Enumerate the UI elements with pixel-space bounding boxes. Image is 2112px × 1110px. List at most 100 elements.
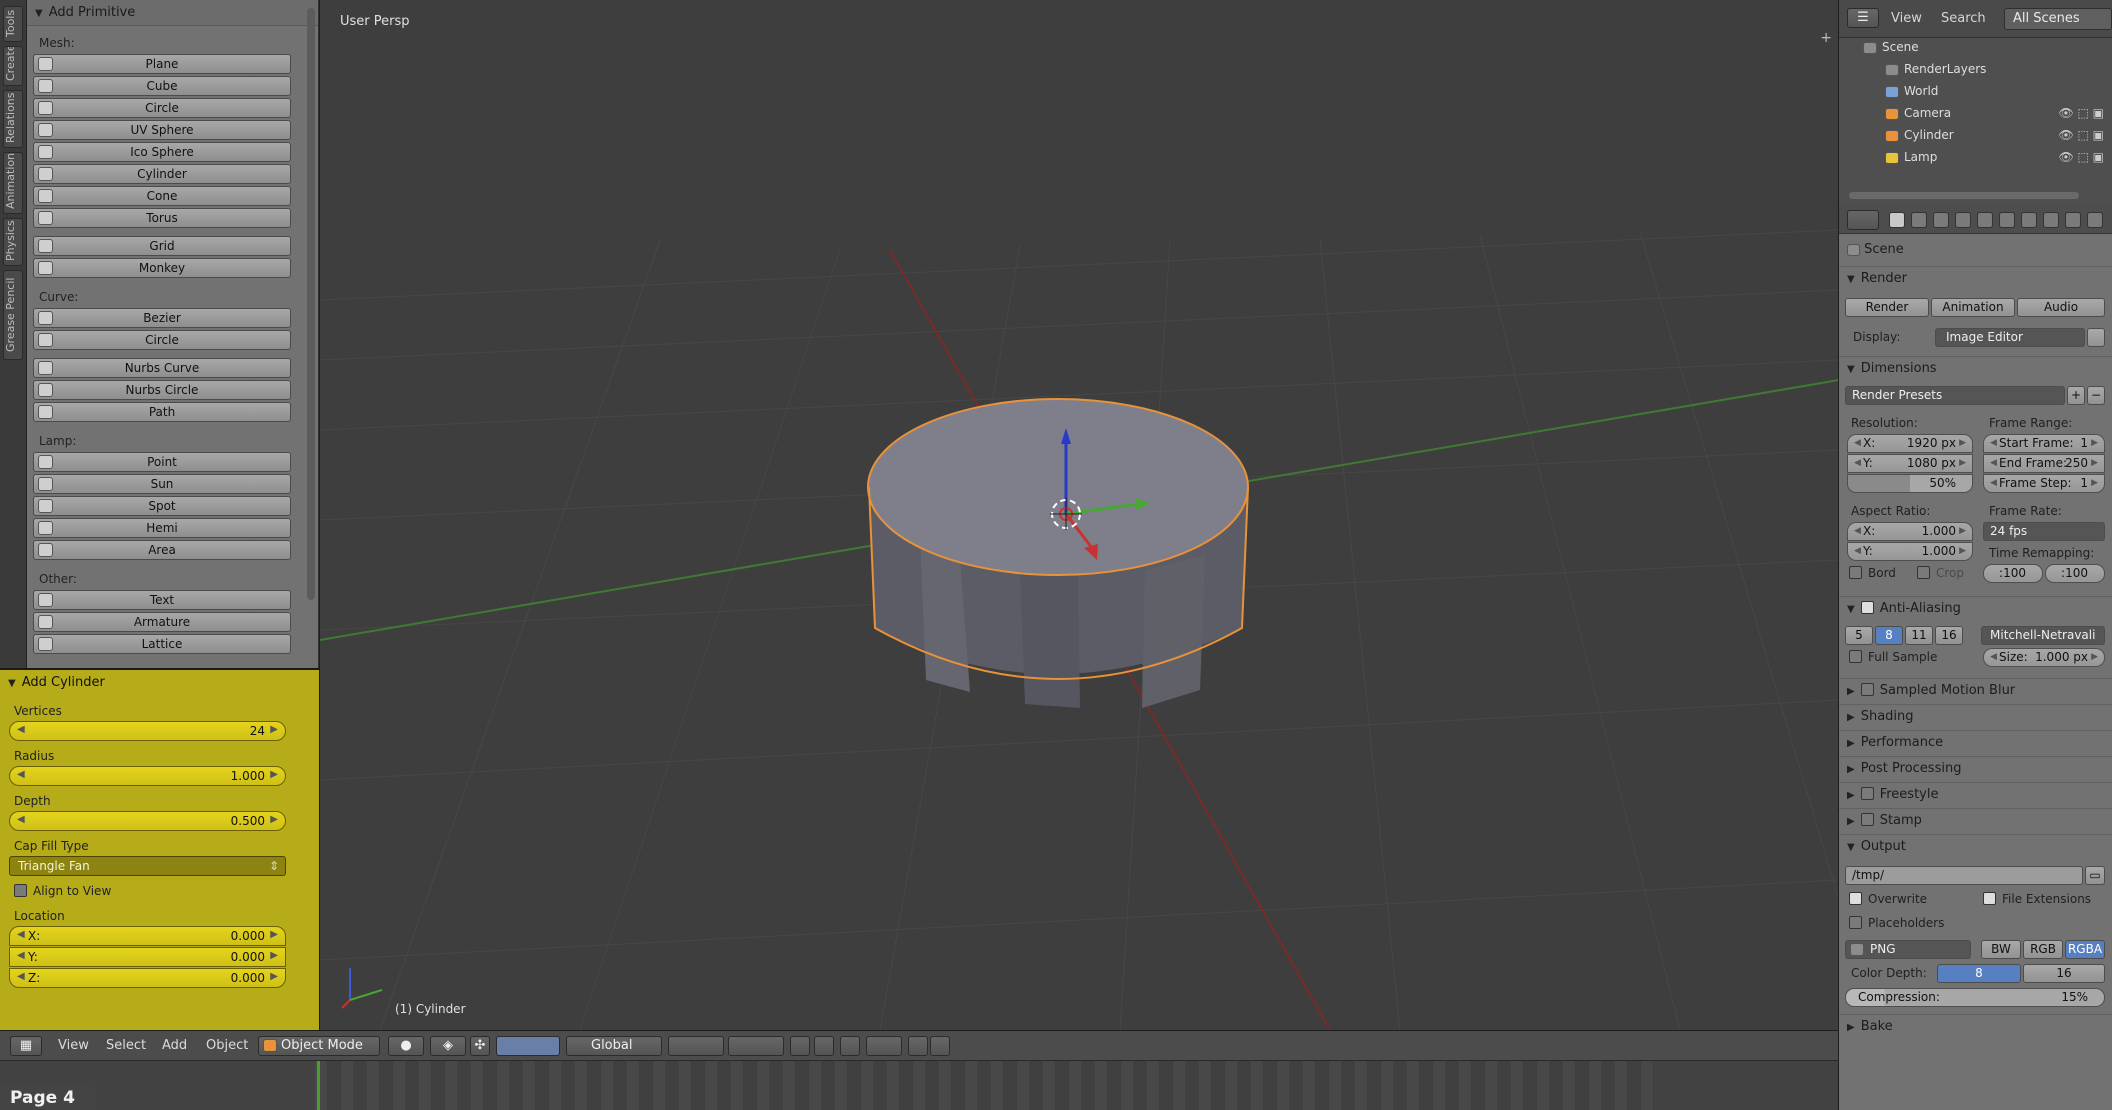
render-panel-header[interactable]: ▼ Render	[1839, 266, 2112, 290]
dimensions-panel-header[interactable]: ▼ Dimensions	[1839, 356, 2112, 380]
mesh-items-button-cube[interactable]: Cube	[33, 76, 291, 96]
timeline-strip[interactable]	[0, 1060, 1838, 1110]
color-mode-rgba[interactable]: RGBA	[2065, 940, 2105, 959]
remap-old-field[interactable]: :100	[1983, 564, 2043, 583]
freestyle-checkbox[interactable]	[1860, 787, 1874, 800]
performance-panel-header[interactable]: ▶ Performance	[1839, 730, 2112, 754]
anti-aliasing-panel-header[interactable]: ▼ Anti-Aliasing	[1839, 596, 2112, 620]
curve-items-button-bezier[interactable]: Bezier	[33, 308, 291, 328]
radius-field[interactable]: ◀ 1.000 ▶	[9, 766, 286, 786]
menu-view[interactable]: View	[58, 1036, 89, 1056]
opengl-anim-button[interactable]	[930, 1036, 950, 1056]
mesh-items-button-cone[interactable]: Cone	[33, 186, 291, 206]
outliner-menu-view[interactable]: View	[1891, 11, 1922, 26]
opengl-render-button[interactable]	[908, 1036, 928, 1056]
lamp-visibility-icons[interactable]: 👁 ⬚ ▣	[2058, 150, 2104, 164]
aspect-y-field[interactable]: ◀ Y: 1.000 ▶	[1847, 542, 1973, 561]
object-tab-icon[interactable]	[1977, 212, 1993, 228]
aa-samples-5[interactable]: 5	[1845, 626, 1873, 645]
mesh-items2-button-monkey[interactable]: Monkey	[33, 258, 291, 278]
snap-element-dropdown[interactable]	[866, 1036, 902, 1056]
outliner-item-renderlayers[interactable]: RenderLayers	[1885, 58, 1986, 80]
lamp-items-button-point[interactable]: Point	[33, 452, 291, 472]
scene-tab-icon[interactable]	[1933, 212, 1949, 228]
crop-checkbox[interactable]	[1917, 566, 1930, 579]
tab-create[interactable]: Create	[3, 46, 23, 86]
menu-object[interactable]: Object	[206, 1036, 248, 1056]
tab-relations[interactable]: Relations	[3, 90, 23, 148]
end-frame-field[interactable]: ◀ End Frame: 250 ▶	[1983, 454, 2105, 473]
modifiers-tab-icon[interactable]	[2021, 212, 2037, 228]
color-mode-rgb[interactable]: RGB	[2023, 940, 2063, 959]
outliner-editor-type[interactable]: ☰	[1847, 8, 1879, 28]
timeline-frames[interactable]	[315, 1061, 1655, 1110]
animation-button[interactable]: Animation	[1931, 298, 2015, 317]
remap-new-field[interactable]: :100	[2045, 564, 2105, 583]
layers-tab-icon[interactable]	[1911, 212, 1927, 228]
lamp-items-button-hemi[interactable]: Hemi	[33, 518, 291, 538]
layers-grid-1[interactable]	[668, 1036, 724, 1056]
compression-slider[interactable]: Compression: 15%	[1845, 988, 2105, 1007]
outliner-display-mode[interactable]: All Scenes	[2004, 8, 2112, 30]
mode-dropdown[interactable]: Object Mode	[258, 1036, 380, 1056]
full-sample-toggle[interactable]: Full Sample	[1849, 650, 1937, 664]
overwrite-checkbox[interactable]	[1849, 892, 1862, 905]
frame-step-field[interactable]: ◀ Frame Step: 1 ▶	[1983, 474, 2105, 493]
properties-editor-type[interactable]	[1847, 210, 1879, 230]
outliner-item-lamp[interactable]: Lamp	[1885, 146, 1937, 168]
material-tab-icon[interactable]	[2065, 212, 2081, 228]
output-path-field[interactable]: /tmp/	[1845, 866, 2083, 885]
tab-animation[interactable]: Animation	[3, 152, 23, 214]
placeholders-checkbox[interactable]	[1849, 916, 1862, 929]
constraints-tab-icon[interactable]	[1999, 212, 2015, 228]
toolshelf-scrollbar[interactable]	[307, 8, 315, 600]
tab-grease-pencil[interactable]: Grease Pencil	[3, 270, 23, 360]
panel-header-add-primitive[interactable]: ▼ Add Primitive	[27, 0, 318, 26]
border-toggle[interactable]: Bord	[1849, 566, 1896, 580]
placeholders-toggle[interactable]: Placeholders	[1849, 916, 1944, 930]
manipulator-toggle[interactable]: ✣	[470, 1036, 490, 1056]
mesh-items-button-cylinder[interactable]: Cylinder	[33, 164, 291, 184]
mesh-items-button-circle[interactable]: Circle	[33, 98, 291, 118]
freestyle-panel-header[interactable]: ▶ Freestyle	[1839, 782, 2112, 806]
mesh-items-button-ico-sphere[interactable]: Ico Sphere	[33, 142, 291, 162]
outliner-scrollbar[interactable]	[1849, 192, 2079, 199]
camera-visibility-icons[interactable]: 👁 ⬚ ▣	[2058, 106, 2104, 120]
add-preset-button[interactable]: +	[2067, 386, 2085, 405]
render-presets-dropdown[interactable]: Render Presets	[1845, 386, 2065, 405]
viewport-plus-icon[interactable]: +	[1820, 30, 1832, 46]
tab-tools[interactable]: Tools	[3, 6, 23, 42]
post-processing-panel-header[interactable]: ▶ Post Processing	[1839, 756, 2112, 780]
layers-grid-2[interactable]	[728, 1036, 784, 1056]
aspect-x-field[interactable]: ◀ X: 1.000 ▶	[1847, 522, 1973, 541]
anti-aliasing-checkbox[interactable]	[1860, 601, 1874, 614]
render-button[interactable]: Render	[1845, 298, 1929, 317]
current-frame-cursor[interactable]	[317, 1061, 320, 1110]
curve-items-button-circle[interactable]: Circle	[33, 330, 291, 350]
editor-type-button[interactable]: ▦	[10, 1036, 42, 1056]
vertices-field[interactable]: ◀ 24 ▶	[9, 721, 286, 741]
mesh-items-button-plane[interactable]: Plane	[33, 54, 291, 74]
orientation-dropdown[interactable]: Global	[566, 1036, 662, 1056]
texture-tab-icon[interactable]	[2087, 212, 2103, 228]
color-depth-8[interactable]: 8	[1937, 964, 2021, 983]
shading-dropdown[interactable]: ●	[388, 1036, 424, 1056]
pin-icon[interactable]	[1847, 243, 1860, 256]
resolution-x-field[interactable]: ◀ X: 1920 px ▶	[1847, 434, 1973, 453]
outliner-item-cylinder[interactable]: Cylinder	[1885, 124, 1954, 146]
cylinder-object[interactable]	[867, 398, 1249, 708]
outliner-item-camera[interactable]: Camera	[1885, 102, 1951, 124]
other-items-button-lattice[interactable]: Lattice	[33, 634, 291, 654]
align-to-view-checkbox[interactable]	[14, 884, 27, 897]
stamp-checkbox[interactable]	[1860, 813, 1874, 826]
operator-header[interactable]: ▼ Add Cylinder	[0, 670, 319, 696]
snap-toggle-button[interactable]	[840, 1036, 860, 1056]
pivot-dropdown[interactable]: ◈	[430, 1036, 466, 1056]
mesh-items-button-uv-sphere[interactable]: UV Sphere	[33, 120, 291, 140]
aa-samples-11[interactable]: 11	[1905, 626, 1933, 645]
world-tab-icon[interactable]	[1955, 212, 1971, 228]
cap-fill-dropdown[interactable]: Triangle Fan ⇕	[9, 856, 286, 876]
aa-size-field[interactable]: ◀ Size: 1.000 px ▶	[1983, 648, 2105, 667]
depth-field[interactable]: ◀ 0.500 ▶	[9, 811, 286, 831]
start-frame-field[interactable]: ◀ Start Frame: 1 ▶	[1983, 434, 2105, 453]
